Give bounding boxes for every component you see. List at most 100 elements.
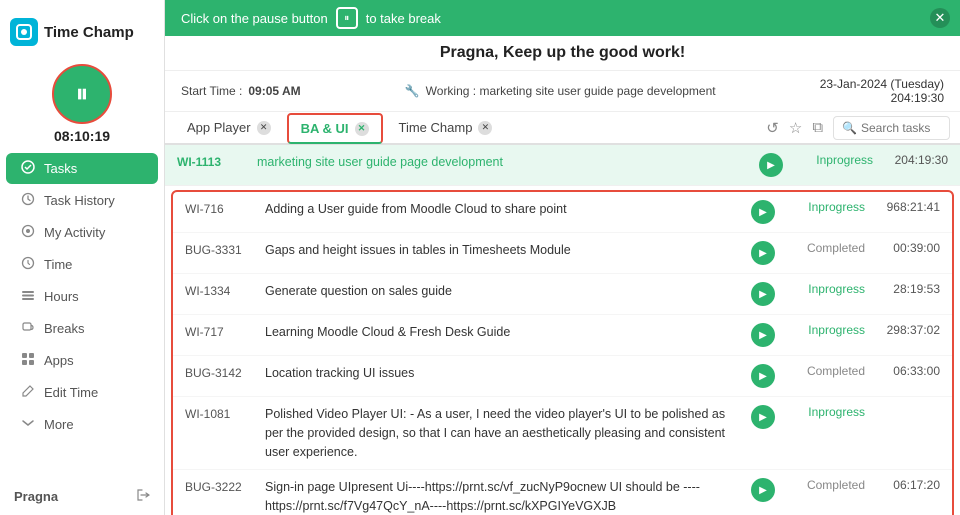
task-id-3: WI-717: [185, 323, 255, 339]
sidebar-item-hours[interactable]: Hours: [6, 281, 158, 312]
time-icon: [20, 256, 36, 273]
task-status-0: Inprogress: [785, 200, 865, 214]
tabs-actions: ↺ ☆ ⧉ 🔍: [766, 116, 950, 140]
task-play-button-4[interactable]: ▶: [751, 364, 775, 388]
task-row: BUG-3331 Gaps and height issues in table…: [173, 233, 952, 274]
task-time-3: 298:37:02: [875, 323, 940, 337]
task-status-5: Inprogress: [785, 405, 865, 419]
working-icon: 🔧: [405, 84, 420, 98]
current-task-id: WI-1113: [177, 153, 247, 169]
logout-icon[interactable]: [136, 488, 150, 505]
user-name: Pragna: [14, 489, 58, 504]
sidebar-time: 08:10:19: [54, 128, 110, 144]
breaks-icon: [20, 320, 36, 337]
tab-app-player[interactable]: App Player ✕: [175, 112, 283, 145]
task-play-button-6[interactable]: ▶: [751, 478, 775, 502]
sidebar-item-more[interactable]: More: [6, 409, 158, 440]
sidebar: Time Champ ⏸ 08:10:19 Tasks Task History…: [0, 0, 165, 515]
start-time: 09:05 AM: [248, 84, 300, 98]
search-icon: 🔍: [842, 121, 857, 135]
info-bar: Start Time : 09:05 AM 🔧 Working : market…: [165, 71, 960, 112]
logo-text: Time Champ: [44, 24, 134, 41]
sidebar-item-label-breaks: Breaks: [44, 321, 84, 336]
task-desc-2: Generate question on sales guide: [265, 282, 741, 301]
task-id-4: BUG-3142: [185, 364, 255, 380]
start-label: Start Time :: [181, 84, 242, 98]
sidebar-item-my-activity[interactable]: My Activity: [6, 217, 158, 248]
task-time-2: 28:19:53: [875, 282, 940, 296]
star-icon[interactable]: ☆: [789, 119, 802, 137]
current-task-status: Inprogress: [793, 153, 873, 167]
tab-close-ba-ui[interactable]: ✕: [355, 122, 369, 136]
search-input[interactable]: [861, 121, 941, 135]
task-status-4: Completed: [785, 364, 865, 378]
current-task-play-button[interactable]: ▶: [759, 153, 783, 177]
task-status-2: Inprogress: [785, 282, 865, 296]
sidebar-item-task-history[interactable]: Task History: [6, 185, 158, 216]
sidebar-item-breaks[interactable]: Breaks: [6, 313, 158, 344]
pause-instruction: Click on the pause button: [181, 11, 328, 26]
task-row: WI-1334 Generate question on sales guide…: [173, 274, 952, 315]
search-box[interactable]: 🔍: [833, 116, 950, 140]
task-time-1: 00:39:00: [875, 241, 940, 255]
tab-close-time-champ[interactable]: ✕: [478, 121, 492, 135]
tab-ba-ui[interactable]: BA & UI ✕: [287, 113, 383, 144]
window-icon[interactable]: ⧉: [812, 119, 823, 136]
task-history-icon: [20, 192, 36, 209]
task-play-button-5[interactable]: ▶: [751, 405, 775, 429]
sidebar-item-tasks[interactable]: Tasks: [6, 153, 158, 184]
task-time-0: 968:21:41: [875, 200, 940, 214]
banner-close-button[interactable]: ✕: [930, 8, 950, 28]
tab-close-app-player[interactable]: ✕: [257, 121, 271, 135]
task-id-1: BUG-3331: [185, 241, 255, 257]
task-play-button-1[interactable]: ▶: [751, 241, 775, 265]
task-time-6: 06:17:20: [875, 478, 940, 492]
sidebar-item-label-my-activity: My Activity: [44, 225, 105, 240]
sidebar-item-edit-time[interactable]: Edit Time: [6, 377, 158, 408]
sidebar-item-time[interactable]: Time: [6, 249, 158, 280]
apps-icon: [20, 352, 36, 369]
close-icon: ✕: [935, 10, 946, 26]
sidebar-logo: Time Champ: [0, 10, 164, 54]
avatar: ⏸: [52, 64, 112, 124]
refresh-icon[interactable]: ↺: [766, 119, 779, 137]
sidebar-footer: Pragna: [0, 478, 164, 515]
more-icon: [20, 416, 36, 433]
task-status-1: Completed: [785, 241, 865, 255]
task-id-6: BUG-3222: [185, 478, 255, 494]
task-desc-0: Adding a User guide from Moodle Cloud to…: [265, 200, 741, 219]
task-list: WI-1113 marketing site user guide page d…: [165, 145, 960, 515]
info-bar-working: 🔧 Working : marketing site user guide pa…: [405, 84, 716, 98]
tabs-bar: App Player ✕ BA & UI ✕ Time Champ ✕ ↺ ☆ …: [165, 112, 960, 145]
current-task-time: 204:19:30: [883, 153, 948, 167]
grouped-tasks: WI-716 Adding a User guide from Moodle C…: [171, 190, 954, 515]
task-play-button-3[interactable]: ▶: [751, 323, 775, 347]
sidebar-item-label-task-history: Task History: [44, 193, 115, 208]
top-banner: Click on the pause button ⏸ to take brea…: [165, 0, 960, 36]
task-status-3: Inprogress: [785, 323, 865, 337]
current-task-desc: marketing site user guide page developme…: [257, 153, 749, 172]
tab-label-time-champ: Time Champ: [399, 120, 473, 135]
task-desc-3: Learning Moodle Cloud & Fresh Desk Guide: [265, 323, 741, 342]
logo-icon: [10, 18, 38, 46]
tab-label-ba-ui: BA & UI: [301, 121, 349, 136]
tab-time-champ[interactable]: Time Champ ✕: [387, 112, 505, 145]
sidebar-nav: Tasks Task History My Activity Time Hour…: [0, 152, 164, 441]
task-desc-6: Sign-in page UIpresent Ui----https://prn…: [265, 478, 741, 515]
current-task-row: WI-1113 marketing site user guide page d…: [165, 145, 960, 186]
task-play-button-0[interactable]: ▶: [751, 200, 775, 224]
task-desc-4: Location tracking UI issues: [265, 364, 741, 383]
sidebar-item-apps[interactable]: Apps: [6, 345, 158, 376]
task-row: WI-716 Adding a User guide from Moodle C…: [173, 192, 952, 233]
activity-icon: [20, 224, 36, 241]
task-play-button-2[interactable]: ▶: [751, 282, 775, 306]
pause-button-icon[interactable]: ⏸: [336, 7, 358, 29]
task-row: WI-1081 Polished Video Player UI: - As a…: [173, 397, 952, 470]
task-id-5: WI-1081: [185, 405, 255, 421]
task-time-4: 06:33:00: [875, 364, 940, 378]
greeting-text: Pragna, Keep up the good work!: [440, 44, 685, 61]
edit-time-icon: [20, 384, 36, 401]
task-desc-1: Gaps and height issues in tables in Time…: [265, 241, 741, 260]
sidebar-item-label-tasks: Tasks: [44, 161, 77, 176]
sidebar-item-label-more: More: [44, 417, 74, 432]
